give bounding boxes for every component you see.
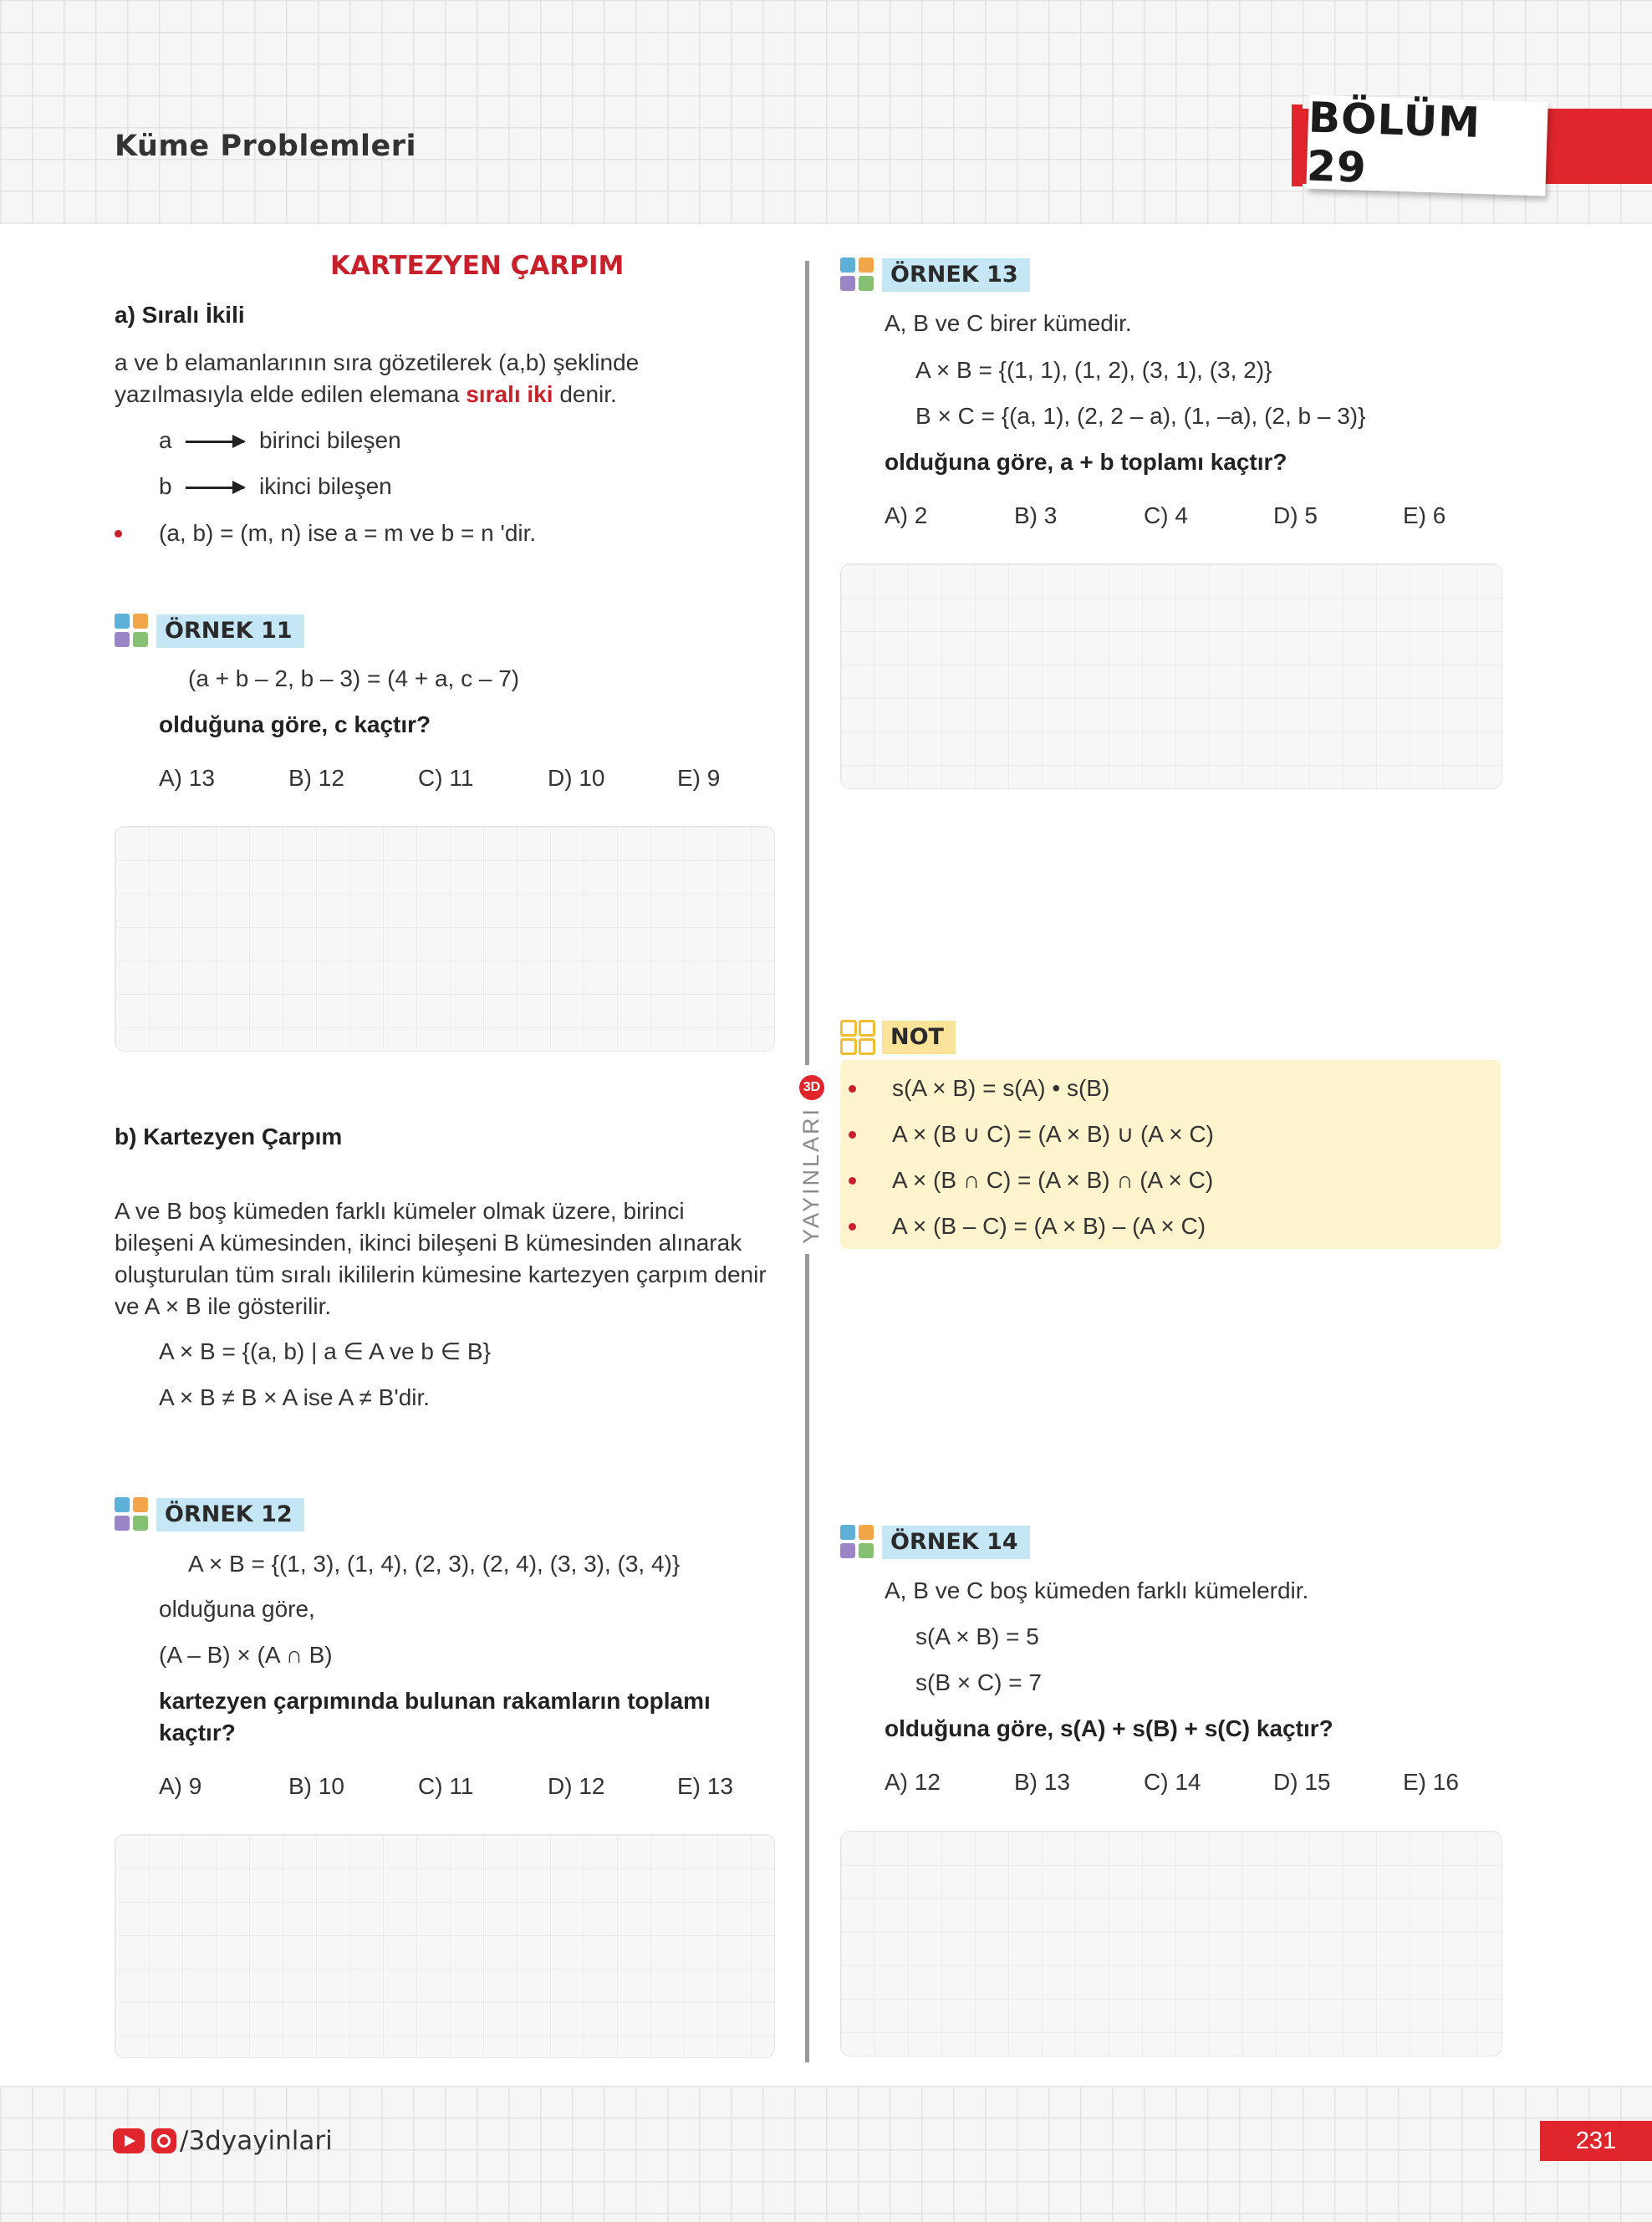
example-set: B × C = {(a, 1), (2, 2 – a), (1, –a), (2… [915, 403, 1366, 429]
note-item: A × (B – C) = (A × B) – (A × C) [892, 1213, 1206, 1239]
paragraph-line: A ve B boş kümeden farklı kümeler olmak … [115, 1198, 685, 1224]
text: yazılmasıyla elde edilen elemana [115, 381, 460, 407]
solution-area [840, 563, 1502, 789]
option-b: B) 12 [288, 765, 344, 791]
paragraph-line: oluşturulan tüm sıralı ikililerin kümesi… [115, 1261, 767, 1287]
bullet-icon [849, 1131, 856, 1139]
side-brand: YAYINLARI 3D [798, 1064, 824, 1254]
solution-area [115, 1834, 775, 2058]
arrow-row-label: birinci bileşen [259, 427, 401, 453]
option-b: B) 13 [1014, 1769, 1070, 1795]
arrow-row-var: a [159, 427, 172, 453]
example-question: kartezyen çarpımında bulunan rakamların … [159, 1688, 711, 1714]
instagram-icon [151, 2128, 176, 2153]
option-a: A) 2 [885, 502, 928, 528]
chapter-badge: BÖLÜM 29 [1306, 93, 1548, 196]
example-text: A, B ve C birer kümedir. [885, 310, 1132, 336]
chapter-label: BÖLÜM 29 [1306, 93, 1481, 192]
page-title: Küme Problemleri [115, 130, 417, 163]
example-question: olduğuna göre, s(A) + s(B) + s(C) kaçtır… [885, 1715, 1333, 1741]
option-d: D) 5 [1273, 502, 1318, 528]
option-c: C) 11 [418, 765, 474, 791]
example-text: A, B ve C boş kümeden farklı kümelerdir. [885, 1577, 1309, 1603]
option-d: D) 15 [1273, 1769, 1331, 1795]
example-equation: s(B × C) = 7 [915, 1669, 1042, 1695]
example-label: ÖRNEK 14 [882, 1526, 1030, 1559]
example-equation: s(A × B) = 5 [915, 1623, 1039, 1649]
example-set: A × B = {(1, 1), (1, 2), (3, 1), (3, 2)} [915, 357, 1272, 383]
solution-area [840, 1831, 1502, 2056]
option-d: D) 10 [548, 765, 605, 791]
bullet-icon [849, 1177, 856, 1185]
option-c: C) 14 [1144, 1769, 1201, 1795]
option-c: C) 11 [418, 1773, 474, 1799]
option-a: A) 13 [159, 765, 215, 791]
arrow-right-icon [186, 481, 246, 494]
page-header: Küme Problemleri BÖLÜM 29 [0, 0, 1652, 224]
note-label: NOT [882, 1021, 956, 1054]
youtube-icon [113, 2128, 145, 2153]
option-e: E) 9 [677, 765, 721, 791]
example-label: ÖRNEK 12 [156, 1498, 304, 1531]
formula: A × B ≠ B × A ise A ≠ B'dir. [159, 1384, 431, 1410]
highlight-term: sıralı iki [466, 381, 553, 407]
brand-logo-icon: 3D [798, 1074, 824, 1100]
paragraph-line: yazılmasıyla elde edilen elemana sıralı … [115, 379, 617, 410]
option-d: D) 12 [548, 1773, 605, 1799]
option-a: A) 12 [885, 1769, 941, 1795]
example-set: A × B = {(1, 3), (1, 4), (2, 3), (2, 4),… [188, 1551, 681, 1577]
subheading-kartezyen-carpim: b) Kartezyen Çarpım [115, 1124, 343, 1149]
social-text: /3dyayinlari [180, 2126, 333, 2156]
side-brand-text: YAYINLARI [798, 1106, 823, 1244]
formula: A × B = {(a, b) | a ∈ A ve b ∈ B} [159, 1338, 491, 1364]
arrow-row-var: b [159, 473, 172, 499]
arrow-row-label: ikinci bileşen [259, 473, 392, 499]
note-grid-icon [840, 1020, 875, 1055]
arrow-right-icon [186, 435, 246, 448]
example-question: olduğuna göre, c kaçtır? [159, 711, 431, 737]
example-label: ÖRNEK 13 [882, 258, 1030, 292]
example-expression: (A – B) × (A ∩ B) [159, 1642, 333, 1668]
text: denir. [559, 381, 617, 407]
paragraph-line: ve A × B ile gösterilir. [115, 1293, 332, 1319]
chapter-stripe [1292, 104, 1303, 186]
section-title: KARTEZYEN ÇARPIM [330, 251, 625, 281]
option-e: E) 16 [1403, 1769, 1459, 1795]
option-c: C) 4 [1144, 502, 1188, 528]
bullet-icon [849, 1223, 856, 1231]
solution-area [115, 826, 775, 1052]
paragraph-line: bileşeni A kümesinden, ikinci bileşeni B… [115, 1230, 742, 1256]
option-b: B) 3 [1014, 502, 1058, 528]
bullet-icon [849, 1085, 856, 1093]
social-handle: /3dyayinlari [113, 2126, 333, 2156]
example-grid-icon [840, 1525, 875, 1560]
example-grid-icon [115, 1497, 150, 1532]
subheading-sirali-ikili: a) Sıralı İkili [115, 302, 245, 328]
note-item: A × (B ∩ C) = (A × B) ∩ (A × C) [892, 1167, 1214, 1193]
note-item: A × (B ∪ C) = (A × B) ∪ (A × C) [892, 1121, 1214, 1147]
example-text: olduğuna göre, [159, 1596, 315, 1622]
option-b: B) 10 [288, 1773, 344, 1799]
example-grid-icon [115, 614, 150, 649]
example-grid-icon [840, 257, 875, 293]
example-question: kaçtır? [159, 1720, 236, 1745]
option-e: E) 6 [1403, 502, 1446, 528]
page-number: 231 [1540, 2121, 1652, 2161]
example-label: ÖRNEK 11 [156, 614, 304, 648]
example-question: olduğuna göre, a + b toplamı kaçtır? [885, 449, 1287, 475]
paragraph-line: a ve b elamanlarının sıra gözetilerek (a… [115, 349, 640, 375]
note-item: s(A × B) = s(A) • s(B) [892, 1075, 1110, 1101]
option-e: E) 13 [677, 1773, 733, 1799]
option-a: A) 9 [159, 1773, 202, 1799]
bullet-icon [115, 530, 122, 538]
rule-text: (a, b) = (m, n) ise a = m ve b = n 'dir. [159, 520, 537, 546]
example-equation: (a + b – 2, b – 3) = (4 + a, c – 7) [188, 665, 520, 691]
